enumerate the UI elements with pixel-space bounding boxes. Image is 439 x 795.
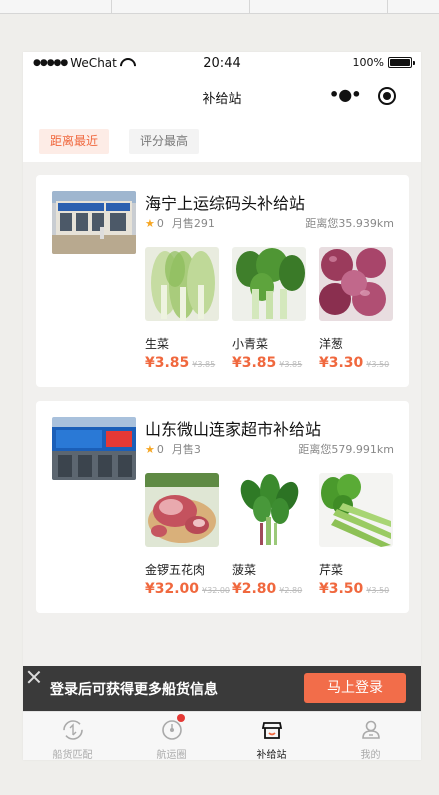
close-icon[interactable]: [27, 670, 41, 684]
background-page-header: [0, 0, 439, 14]
bottom-tab-bar: 船货匹配 航运圈 补给站 我的: [23, 711, 421, 760]
battery-percent: 100%: [352, 56, 384, 69]
product-name: 芹菜: [319, 563, 344, 577]
nav-bar: 补给站 •●•: [23, 74, 421, 118]
product-list: 生菜 ¥3.85 ¥3.85 小青菜 ¥3.85 ¥3.85 洋葱 ¥3.30 …: [145, 247, 395, 377]
phone-screen: ●●●●● WeChat 20:44 100% 补给站 •●• 距离最近 评分最…: [23, 52, 421, 760]
supply-station-icon: [261, 722, 283, 739]
product-old-price: ¥3.85: [192, 360, 216, 369]
login-button[interactable]: 马上登录: [304, 673, 406, 703]
store-meta: ★ 0 月售291: [145, 215, 215, 231]
tab-supply-station[interactable]: 补给站: [222, 712, 321, 760]
store-name: 山东微山连家超市补给站: [145, 420, 322, 439]
page-title: 补给站: [202, 92, 242, 107]
star-icon: ★: [145, 442, 155, 456]
product-price: ¥3.85: [232, 355, 277, 371]
cargo-match-icon: [63, 720, 83, 740]
store-photo: [52, 417, 136, 480]
product-photo-lettuce: [145, 247, 219, 321]
product-item[interactable]: 小青菜 ¥3.85 ¥3.85: [232, 247, 308, 371]
store-card[interactable]: 海宁上运综码头补给站 ★ 0 月售291 距离您35.939km 生菜 ¥3.8…: [36, 175, 409, 387]
store-photo: [52, 191, 136, 254]
store-sales: 月售3: [171, 443, 201, 456]
product-old-price: ¥2.80: [279, 586, 303, 595]
store-name: 海宁上运综码头补给站: [145, 194, 306, 213]
filter-top-rated[interactable]: 评分最高: [129, 129, 200, 154]
profile-icon: [362, 720, 380, 739]
product-old-price: ¥3.50: [366, 360, 390, 369]
product-name: 洋葱: [319, 337, 344, 351]
product-item[interactable]: 洋葱 ¥3.30 ¥3.50: [319, 247, 395, 371]
product-name: 生菜: [145, 337, 170, 351]
tab-shipping-circle[interactable]: 航运圈: [122, 712, 221, 760]
more-menu-icon[interactable]: •●•: [329, 87, 361, 103]
header-cell: [250, 0, 388, 13]
tab-label: 补给站: [256, 750, 287, 760]
product-photo-pork: [145, 473, 219, 547]
product-item[interactable]: 生菜 ¥3.85 ¥3.85: [145, 247, 221, 371]
product-photo-bok-choy: [232, 247, 306, 321]
product-price: ¥3.85: [145, 355, 190, 371]
tab-label: 船货匹配: [52, 750, 93, 760]
header-cell: [112, 0, 250, 13]
store-distance: 距离您579.991km: [298, 443, 394, 456]
login-banner: 登录后可获得更多船货信息 马上登录: [23, 666, 421, 711]
product-name: 菠菜: [232, 563, 257, 577]
product-photo-spinach: [232, 473, 306, 547]
filter-nearest[interactable]: 距离最近: [39, 129, 110, 154]
close-miniprogram-icon[interactable]: [378, 87, 396, 105]
filter-bar: 距离最近 评分最高: [23, 118, 421, 162]
product-price: ¥3.50: [319, 581, 364, 597]
product-price: ¥32.00: [145, 581, 200, 597]
product-item[interactable]: 芹菜 ¥3.50 ¥3.50: [319, 473, 395, 597]
store-rating: 0: [156, 442, 164, 456]
tab-label: 航运圈: [156, 750, 187, 760]
product-price: ¥3.30: [319, 355, 364, 371]
store-rating: 0: [156, 216, 164, 230]
product-list: 金锣五花肉 ¥32.00 ¥32.00 菠菜 ¥2.80 ¥2.80 芹菜 ¥3…: [145, 473, 395, 603]
product-name: 小青菜: [232, 337, 269, 351]
notification-dot: [177, 714, 185, 722]
star-icon: ★: [145, 216, 155, 230]
store-distance: 距离您35.939km: [305, 217, 394, 230]
shipping-circle-icon: [162, 720, 182, 740]
store-meta: ★ 0 月售3: [145, 441, 201, 457]
store-sales: 月售291: [171, 217, 215, 230]
product-photo-onion: [319, 247, 393, 321]
tab-profile[interactable]: 我的: [321, 712, 420, 760]
product-item[interactable]: 金锣五花肉 ¥32.00 ¥32.00: [145, 473, 230, 597]
product-price: ¥2.80: [232, 581, 277, 597]
login-prompt-text: 登录后可获得更多船货信息: [50, 682, 218, 698]
status-bar: ●●●●● WeChat 20:44 100%: [23, 52, 421, 74]
product-photo-celery: [319, 473, 393, 547]
tab-cargo-match[interactable]: 船货匹配: [23, 712, 122, 760]
store-card[interactable]: 山东微山连家超市补给站 ★ 0 月售3 距离您579.991km 金锣五花肉 ¥…: [36, 401, 409, 613]
tab-label: 我的: [360, 750, 381, 760]
product-old-price: ¥3.85: [279, 360, 303, 369]
battery-icon: [388, 57, 415, 68]
product-old-price: ¥3.50: [366, 586, 390, 595]
header-cell: [0, 0, 112, 13]
product-old-price: ¥32.00: [202, 586, 231, 595]
product-name: 金锣五花肉: [145, 563, 206, 577]
product-item[interactable]: 菠菜 ¥2.80 ¥2.80: [232, 473, 308, 597]
